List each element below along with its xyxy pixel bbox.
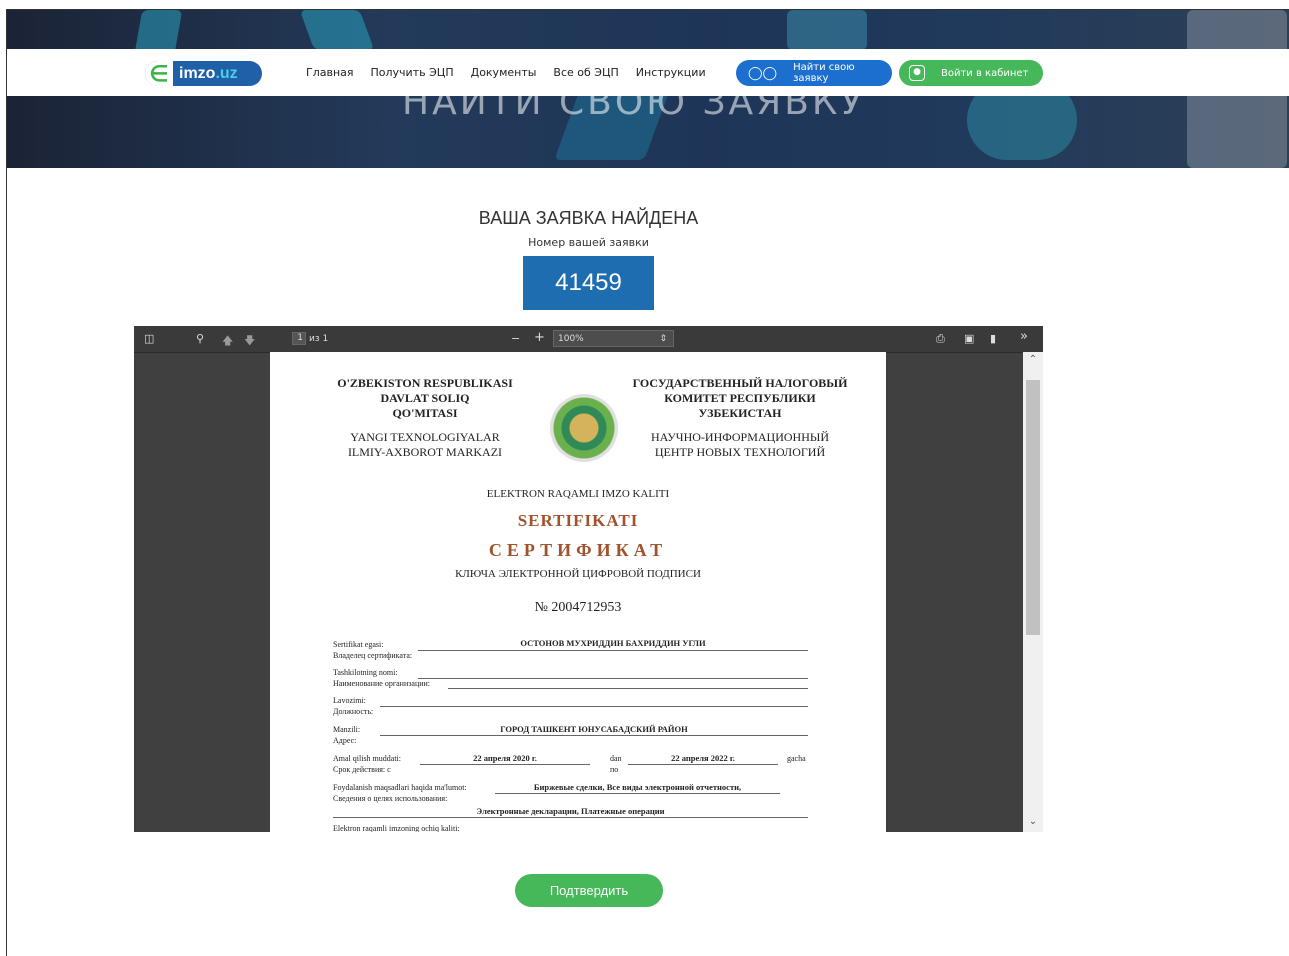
purpose-value-2: Электронные декларации, Платежные операц… [476, 806, 665, 816]
pdf-viewer: ◫ ⚲ 🡅 🡇 1 из 1 − + 100% ⇕ ⎙ ▣ ▮ » O'ZBEK… [134, 326, 1043, 832]
pdf-toolbar: ◫ ⚲ 🡅 🡇 1 из 1 − + 100% ⇕ ⎙ ▣ ▮ » [134, 326, 1043, 353]
address-label-ru: Адрес: [333, 736, 357, 745]
validity-label-uz: Amal qilish muddati: [333, 754, 401, 763]
zoom-out-icon[interactable]: − [511, 332, 520, 345]
po-label: по [610, 765, 619, 774]
logo-e-icon: ∈ [145, 61, 173, 86]
nav-about-eds[interactable]: Все об ЭЦП [553, 66, 618, 79]
valid-to: 22 апреля 2022 г. [671, 753, 735, 763]
cert-right-sub: НАУЧНО-ИНФОРМАЦИОННЫЙ ЦЕНТР НОВЫХ ТЕХНОЛ… [651, 430, 829, 459]
purpose-value-1: Биржевые сделки, Все виды электронной от… [533, 782, 742, 792]
nav-get-eds[interactable]: Получить ЭЦП [371, 66, 454, 79]
scroll-down-icon[interactable]: ⌄ [1023, 816, 1043, 827]
tools-menu-icon[interactable]: » [1020, 329, 1028, 344]
cert-number: № 2004712953 [534, 600, 622, 615]
cert-title-uz: SERTIFIKATI [517, 511, 639, 530]
login-cabinet-button[interactable]: ● Войти в кабинет [899, 60, 1043, 86]
cert-line-ru: КЛЮЧА ЭЛЕКТРОННОЙ ЦИФРОВОЙ ПОДПИСИ [455, 568, 701, 580]
scroll-thumb[interactable] [1026, 380, 1040, 635]
org-label-ru: Наименование организации: [333, 679, 431, 688]
nav-documents[interactable]: Документы [471, 66, 537, 79]
logo-prefix: imzo [179, 64, 216, 82]
valid-from: 22 апреля 2020 г. [473, 753, 537, 763]
cert-left-header: O'ZBEKISTON RESPUBLIKASI DAVLAT SOLIQ QO… [337, 376, 513, 420]
result-subtitle: Номер вашей заявки [528, 236, 649, 249]
cert-line-uz: ELEKTRON RAQAMLI IMZO KALITI [486, 488, 670, 500]
nav-home[interactable]: Главная [306, 66, 354, 79]
public-key-label: Elektron raqamli imzoning ochiq kaliti: [333, 824, 460, 832]
nav-instructions[interactable]: Инструкции [636, 66, 706, 79]
sidebar-toggle-icon[interactable]: ◫ [144, 332, 154, 345]
address-label-uz: Manzili: [333, 725, 361, 734]
zoom-in-icon[interactable]: + [534, 330, 545, 345]
site-logo[interactable]: ∈ imzo.uz [145, 61, 262, 86]
page-number-input[interactable]: 1 [292, 332, 306, 345]
application-number: 41459 [523, 256, 654, 310]
find-application-label: Найти свою заявку [793, 62, 855, 84]
select-arrows-icon: ⇕ [659, 334, 667, 344]
dan-label: dan [610, 754, 622, 763]
binoculars-icon: ◯◯ [748, 65, 778, 81]
cert-right-header: ГОСУДАРСТВЕННЫЙ НАЛОГОВЫЙ КОМИТЕТ РЕСПУБ… [632, 376, 848, 420]
lock-icon: ● [909, 65, 925, 81]
login-cabinet-label: Войти в кабинет [941, 67, 1029, 79]
validity-label-ru: Срок действия: с [333, 765, 391, 774]
find-application-button[interactable]: ◯◯ Найти свою заявку [736, 60, 892, 86]
cert-left-sub: YANGI TEXNOLOGIYALAR ILMIY-AXBOROT MARKA… [347, 430, 503, 459]
main-nav: Главная Получить ЭЦП Документы Все об ЭЦ… [306, 66, 723, 79]
gacha-label: gacha [787, 754, 806, 763]
prev-page-icon[interactable]: 🡅 [222, 332, 233, 351]
zoom-value: 100% [558, 334, 584, 344]
next-page-icon[interactable]: 🡇 [244, 332, 255, 351]
scroll-up-icon[interactable]: ⌃ [1023, 354, 1043, 365]
viewer-scrollbar[interactable]: ⌃ ⌄ [1023, 352, 1043, 832]
org-label-uz: Tashkilotning nomi: [333, 668, 398, 677]
owner-label-ru: Владелец сертификата: [333, 651, 413, 660]
bookmark-icon[interactable]: ▮ [990, 332, 996, 345]
cert-title-ru: СЕРТИФИКАТ [488, 540, 668, 560]
address-value: ГОРОД ТАШКЕНТ ЮНУСАБАДСКИЙ РАЙОН [500, 724, 688, 734]
position-label-uz: Lavozimi: [333, 696, 366, 705]
position-label-ru: Должность: [333, 707, 374, 716]
purpose-label-ru: Сведения о целях использования: [333, 794, 448, 803]
confirm-button[interactable]: Подтвердить [515, 874, 663, 907]
owner-label-uz: Sertifikat egasi: [333, 640, 384, 649]
search-icon[interactable]: ⚲ [196, 332, 204, 345]
page-total: из 1 [309, 334, 329, 344]
print-icon[interactable]: ⎙ [936, 332, 945, 346]
owner-value: ОСТОНОВ МУХРИДДИН БАХРИДДИН УГЛИ [520, 638, 706, 648]
logo-suffix: .uz [215, 64, 238, 82]
state-emblem-icon [550, 394, 618, 462]
certificate-page: O'ZBEKISTON RESPUBLIKASI DAVLAT SOLIQ QO… [270, 352, 886, 832]
purpose-label-uz: Foydalanish maqsadlari haqida ma'lumot: [333, 783, 467, 792]
result-title: ВАША ЗАЯВКА НАЙДЕНА [478, 208, 699, 228]
zoom-select[interactable]: 100% ⇕ [553, 330, 674, 347]
download-icon[interactable]: ▣ [964, 332, 974, 345]
